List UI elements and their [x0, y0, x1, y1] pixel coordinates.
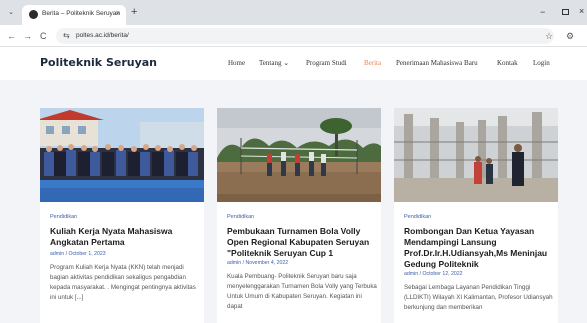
reload-button[interactable]: C [40, 30, 47, 42]
nav-penerimaan[interactable]: Penerimaan Mahasiswa Baru [396, 57, 478, 69]
tab-search-icon[interactable]: ⌄ [6, 8, 16, 18]
browser-tab[interactable]: Berita – Politeknik Seruyan × [22, 5, 126, 25]
forward-button[interactable]: → [23, 30, 32, 42]
news-card[interactable]: Pendidikan Rombongan Dan Ketua Yayasan M… [394, 108, 558, 323]
site-info-icon[interactable]: ⇆ [63, 30, 70, 42]
card-excerpt: Program Kuliah Kerja Nyata (KKN) telah m… [50, 264, 196, 301]
card-category[interactable]: Pendidikan [50, 213, 77, 221]
card-excerpt: Kuala Pembuang- Politeknik Seruyan baru … [227, 273, 377, 310]
news-card[interactable]: Pendidikan Kuliah Kerja Nyata Mahasiswa … [40, 108, 204, 323]
card-title[interactable]: Kuliah Kerja Nyata Mahasiswa Angkatan Pe… [50, 226, 200, 248]
news-card[interactable]: Pendidikan Pembukaan Turnamen Bola Volly… [217, 108, 381, 323]
back-button[interactable]: ← [7, 30, 16, 42]
nav-tentang[interactable]: Tentang ⌄ [259, 57, 289, 69]
card-meta[interactable]: admin / November 4, 2022 [227, 260, 288, 267]
window-minimize-button[interactable]: − [540, 6, 545, 18]
site-header: Politeknik Seruyan Home Tentang ⌄ Progra… [0, 47, 587, 80]
news-image[interactable] [217, 108, 381, 202]
news-image[interactable] [40, 108, 204, 202]
window-close-button[interactable]: × [579, 5, 584, 17]
tab-title: Berita – Politeknik Seruyan [42, 10, 121, 17]
address-toolbar: ← → C ⇆ poltes.ac.id/berita/ ☆ ⚙ [0, 25, 587, 47]
site-logo[interactable]: Politeknik Seruyan [40, 55, 157, 71]
nav-berita[interactable]: Berita [364, 57, 381, 69]
bookmark-star-icon[interactable]: ☆ [545, 30, 553, 42]
window-maximize-button[interactable] [562, 9, 569, 15]
nav-program-studi[interactable]: Program Studi [306, 57, 347, 69]
card-title[interactable]: Rombongan Dan Ketua Yayasan Mendampingi … [404, 226, 554, 270]
nav-home[interactable]: Home [228, 57, 245, 69]
card-excerpt: Sebagai Lembaga Layanan Pendidikan Tingg… [404, 284, 553, 311]
card-meta[interactable]: admin / October 12, 2022 [404, 271, 463, 278]
favicon-icon [29, 10, 38, 19]
url-text: poltes.ac.id/berita/ [76, 32, 129, 39]
browser-tab-bar: ⌄ Berita – Politeknik Seruyan × + − × [0, 0, 587, 25]
extensions-icon[interactable]: ⚙ [566, 30, 574, 42]
news-image[interactable] [394, 108, 558, 202]
nav-login[interactable]: Login [533, 57, 550, 69]
card-category[interactable]: Pendidikan [227, 213, 254, 221]
card-title[interactable]: Pembukaan Turnamen Bola Volly Open Regio… [227, 226, 377, 259]
card-category[interactable]: Pendidikan [404, 213, 431, 221]
tab-close-icon[interactable]: × [115, 9, 120, 19]
nav-kontak[interactable]: Kontak [497, 57, 518, 69]
new-tab-button[interactable]: + [131, 6, 137, 18]
card-meta[interactable]: admin / October 1, 2023 [50, 251, 106, 258]
address-input[interactable]: ⇆ poltes.ac.id/berita/ [56, 28, 554, 44]
